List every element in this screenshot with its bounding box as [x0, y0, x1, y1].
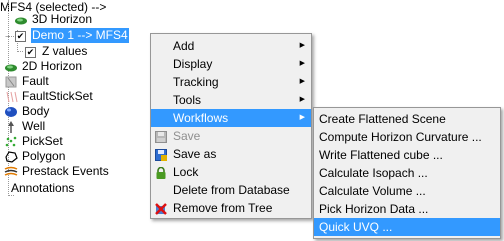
submenu-arrow-icon: ▶ — [299, 42, 305, 49]
object-tree[interactable]: 3D Horizon MFS4 (selected) --> − ✔ Demo … — [0, 0, 170, 241]
tree-item-label: Fault — [22, 74, 49, 88]
save-as-icon — [155, 148, 167, 161]
menu-item-label: Tracking — [173, 75, 219, 89]
save-icon — [155, 130, 167, 143]
menu-item-label: Remove from Tree — [173, 201, 273, 215]
menu-item-label: Delete from Database — [173, 183, 290, 197]
tree-item-label: Demo 1 --> MFS4 — [31, 28, 129, 43]
tree-item-label: Z values — [42, 44, 88, 58]
submenu-arrow-icon: ▶ — [299, 96, 305, 103]
checkbox[interactable]: ✔ — [14, 30, 28, 42]
tree-item-label: PickSet — [22, 134, 63, 148]
context-menu: Add ▶ Display ▶ Tracking ▶ Tools ▶ Workf… — [150, 33, 312, 219]
menu-item-label: Calculate Isopach ... — [319, 166, 428, 180]
menu-item-save-as[interactable]: Save as — [151, 145, 311, 163]
tree-item-label: Prestack Events — [22, 164, 109, 178]
tree-item-label: FaultStickSet — [22, 89, 93, 103]
menu-item-label: Add — [173, 39, 195, 53]
menu-item-label: Write Flattened cube ... — [319, 148, 443, 162]
menu-item-add[interactable]: Add ▶ — [151, 37, 311, 55]
tree-item-demo-1[interactable]: ✔ Demo 1 --> MFS4 — [14, 28, 129, 43]
menu-item-label: Lock — [173, 165, 199, 179]
menu-item-label: Display — [173, 57, 213, 71]
tree-item-body[interactable]: Body — [4, 104, 50, 119]
tree-item-annotations[interactable]: Annotations — [10, 181, 75, 196]
menu-item-quick-uvq[interactable]: Quick UVQ ... — [314, 218, 500, 236]
prestack-events-icon — [4, 166, 18, 178]
remove-icon — [155, 202, 167, 215]
menu-item-compute-horizon-curvature[interactable]: Compute Horizon Curvature ... — [314, 128, 500, 146]
horizon-2d-icon — [4, 61, 18, 73]
menu-item-label: Compute Horizon Curvature ... — [319, 130, 482, 144]
tree-item-z-values[interactable]: ✔ Z values — [24, 44, 88, 59]
menu-item-tools[interactable]: Tools ▶ — [151, 91, 311, 109]
submenu-arrow-icon: ▶ — [299, 114, 305, 121]
menu-item-pick-horizon-data[interactable]: Pick Horizon Data ... — [314, 200, 500, 218]
tree-item-fault[interactable]: Fault — [4, 74, 50, 89]
menu-item-label: Quick UVQ ... — [319, 220, 393, 234]
menu-item-label: Save as — [173, 147, 217, 161]
menu-item-label: Save — [173, 129, 201, 143]
lock-icon — [155, 166, 167, 179]
menu-item-write-flattened-cube[interactable]: Write Flattened cube ... — [314, 146, 500, 164]
submenu-arrow-icon: ▶ — [299, 78, 305, 85]
tree-item-label: 3D Horizon — [32, 12, 93, 26]
fault-icon — [4, 76, 18, 88]
menu-item-display[interactable]: Display ▶ — [151, 55, 311, 73]
check-mark-icon: ✔ — [15, 30, 26, 42]
body-icon — [4, 106, 18, 118]
tree-item-well[interactable]: Well — [4, 119, 46, 134]
menu-item-calculate-isopach[interactable]: Calculate Isopach ... — [314, 164, 500, 182]
menu-item-label: Tools — [173, 93, 202, 107]
tree-item-label: 2D Horizon — [22, 59, 83, 73]
menu-item-label: Pick Horizon Data ... — [319, 202, 429, 216]
workflows-submenu: Create Flattened Scene Compute Horizon C… — [313, 107, 501, 239]
tree-item-label: Polygon — [22, 149, 66, 163]
menu-item-label: Calculate Volume ... — [319, 184, 426, 198]
submenu-arrow-icon: ▶ — [299, 60, 305, 67]
collapse-icon[interactable]: − — [5, 33, 12, 41]
menu-item-create-flattened-scene[interactable]: Create Flattened Scene — [314, 110, 500, 128]
pickset-icon — [4, 136, 18, 148]
tree-item-3d-horizon[interactable]: 3D Horizon — [14, 12, 93, 27]
menu-item-label: Workflows — [173, 111, 229, 125]
tree-line — [17, 51, 23, 52]
menu-item-label: Create Flattened Scene — [319, 112, 446, 126]
polygon-icon — [4, 150, 18, 163]
menu-item-save[interactable]: Save — [151, 127, 311, 145]
menu-item-workflows[interactable]: Workflows ▶ — [151, 109, 311, 127]
menu-item-remove-from-tree[interactable]: Remove from Tree — [151, 199, 311, 217]
tree-item-label: Well — [22, 119, 46, 133]
menu-item-lock[interactable]: Lock — [151, 163, 311, 181]
tree-item-label: Body — [22, 104, 50, 118]
tree-item-2d-horizon[interactable]: 2D Horizon — [4, 59, 83, 74]
checkbox[interactable]: ✔ — [24, 46, 38, 58]
well-icon — [4, 120, 18, 133]
tree-item-polygon[interactable]: Polygon — [4, 149, 66, 164]
tree-item-faultstickset[interactable]: FaultStickSet — [4, 89, 94, 104]
check-mark-icon: ✔ — [25, 46, 36, 58]
tree-item-label: Annotations — [11, 181, 75, 195]
horizon-3d-icon — [14, 14, 28, 26]
menu-item-delete-from-database[interactable]: Delete from Database — [151, 181, 311, 199]
tree-item-pickset[interactable]: PickSet — [4, 134, 64, 149]
tree-item-prestack-events[interactable]: Prestack Events — [4, 164, 110, 179]
menu-item-tracking[interactable]: Tracking ▶ — [151, 73, 311, 91]
menu-item-calculate-volume[interactable]: Calculate Volume ... — [314, 182, 500, 200]
faultstickset-icon — [4, 91, 18, 103]
